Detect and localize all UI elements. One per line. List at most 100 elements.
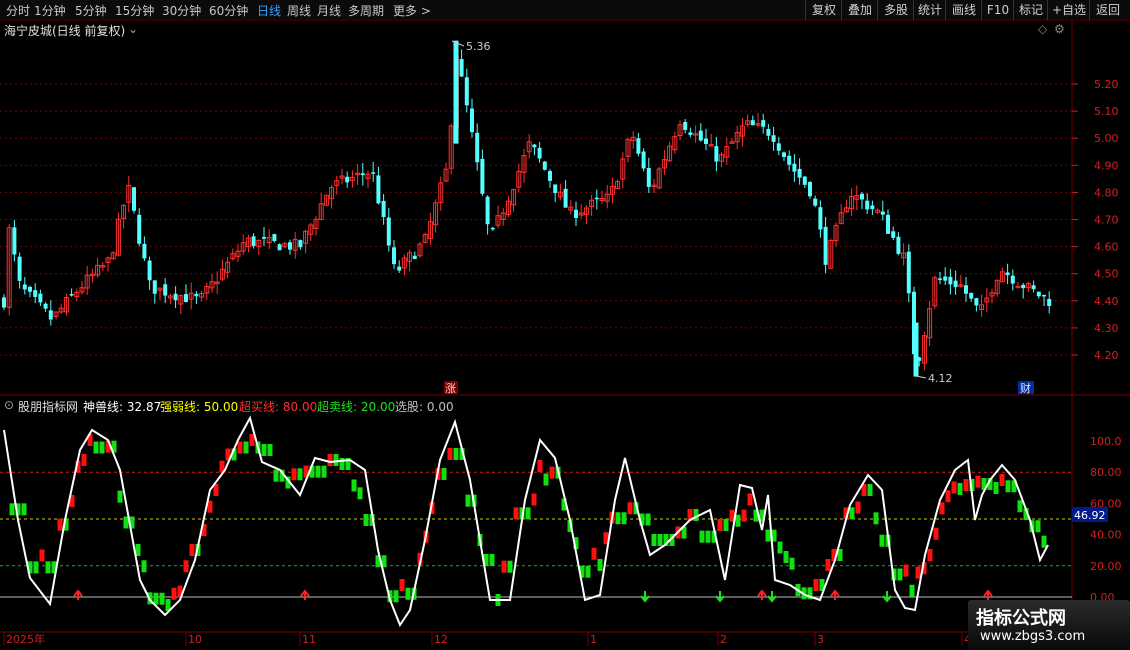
candle-body-down bbox=[636, 138, 641, 154]
candle-body-down bbox=[808, 182, 812, 197]
strength-bar-up bbox=[183, 560, 189, 573]
candle-body-down bbox=[1005, 272, 1010, 276]
candle-body-down bbox=[376, 175, 381, 204]
candle-body-down bbox=[147, 260, 152, 281]
candle-body-down bbox=[906, 251, 911, 294]
date-tick-label: 11 bbox=[302, 633, 316, 646]
strength-bar-up bbox=[933, 527, 939, 540]
strength-bar-up bbox=[951, 481, 957, 494]
candle-body-down bbox=[813, 198, 818, 206]
candle-body-down bbox=[948, 276, 953, 285]
strength-bar-down bbox=[267, 444, 273, 456]
strength-bar-up bbox=[999, 474, 1005, 486]
date-tick-label: 2 bbox=[720, 633, 727, 646]
strength-bar-up bbox=[813, 579, 819, 591]
strength-bar-down bbox=[465, 494, 471, 507]
strength-bar-down bbox=[243, 441, 249, 454]
candle-body-down bbox=[48, 310, 53, 320]
candle-body-down bbox=[766, 128, 771, 136]
strength-bar-up bbox=[171, 587, 177, 600]
strength-bar-up bbox=[537, 460, 543, 472]
candle-body-down bbox=[1047, 299, 1052, 306]
strength-bar-down bbox=[393, 590, 399, 603]
candle-body-down bbox=[761, 120, 766, 127]
candle-body-down bbox=[646, 168, 651, 187]
candle-body-down bbox=[683, 121, 688, 130]
candle-body-down bbox=[485, 196, 490, 225]
candle-body-down bbox=[542, 161, 547, 170]
candle-body-down bbox=[782, 152, 786, 157]
candle-body-down bbox=[532, 144, 537, 148]
strength-bar-down bbox=[909, 584, 915, 597]
candle-body-down bbox=[1021, 284, 1026, 289]
strength-bar-down bbox=[735, 514, 741, 527]
strength-bar-up bbox=[189, 544, 195, 556]
candle-body-down bbox=[392, 247, 396, 265]
candle-body-down bbox=[964, 285, 968, 294]
strength-bar-down bbox=[597, 559, 603, 571]
strength-bar-up bbox=[513, 507, 519, 520]
strength-bar-down bbox=[957, 483, 963, 495]
candle-body-down bbox=[43, 303, 48, 309]
watermark-logo: 指标公式网 www.zbgs3.com bbox=[968, 600, 1130, 650]
strength-bar-down bbox=[489, 554, 495, 566]
candle-body-down bbox=[142, 243, 147, 259]
strength-bar-up bbox=[291, 468, 297, 481]
strength-bar-down bbox=[693, 509, 699, 521]
strength-bar-up bbox=[399, 579, 405, 591]
candle-body-down bbox=[1031, 285, 1036, 290]
strength-bar-down bbox=[897, 568, 903, 581]
strength-bar-down bbox=[159, 592, 165, 605]
candle-body-down bbox=[802, 176, 807, 185]
strength-bar-down bbox=[321, 465, 327, 478]
strength-bar-down bbox=[777, 541, 783, 554]
strength-bar-up bbox=[447, 448, 453, 460]
strength-bar-down bbox=[705, 530, 711, 543]
strength-bar-up bbox=[717, 519, 723, 531]
candle-body-down bbox=[886, 214, 890, 234]
price-tick-label: 4.80 bbox=[1094, 186, 1119, 199]
candle-body-down bbox=[896, 236, 901, 254]
strength-bar-down bbox=[297, 468, 303, 481]
strength-bar-up bbox=[939, 502, 945, 515]
candle-body-down bbox=[594, 197, 599, 200]
strength-bar-up bbox=[741, 509, 747, 522]
strength-bar-down bbox=[645, 513, 651, 526]
candle-body-down bbox=[152, 280, 157, 294]
candle-body-down bbox=[792, 163, 797, 172]
candle-body-down bbox=[163, 284, 168, 296]
candle-body-down bbox=[865, 200, 870, 210]
candle-body-down bbox=[688, 132, 693, 135]
strength-bar-down bbox=[507, 560, 513, 573]
candle-body-down bbox=[553, 184, 558, 194]
indicator-tick-label: 40.00 bbox=[1090, 529, 1122, 542]
strength-bar-down bbox=[99, 441, 105, 454]
strength-bar-down bbox=[621, 512, 627, 525]
price-tick-label: 5.00 bbox=[1094, 132, 1119, 145]
strength-bar-up bbox=[57, 518, 63, 531]
candle-body-down bbox=[823, 226, 828, 265]
strength-bar-up bbox=[549, 466, 555, 479]
candle-body-down bbox=[38, 293, 43, 303]
candle-body-down bbox=[360, 173, 365, 176]
price-tick-label: 4.50 bbox=[1094, 268, 1119, 281]
candle-body-down bbox=[771, 135, 776, 142]
strength-bar-down bbox=[333, 454, 339, 466]
limit-up-badge-label: 涨 bbox=[445, 382, 456, 395]
candle-body-down bbox=[12, 227, 17, 255]
strength-bar-down bbox=[699, 530, 705, 543]
indicator-tick-label: 100.0 bbox=[1090, 435, 1122, 448]
candle-body-down bbox=[480, 158, 485, 194]
candle-body-down bbox=[28, 286, 32, 292]
candle-body-down bbox=[938, 278, 942, 280]
strength-bar-up bbox=[855, 501, 861, 514]
price-tick-label: 4.20 bbox=[1094, 349, 1119, 362]
strength-bar-down bbox=[315, 465, 321, 478]
candle-body-down bbox=[345, 176, 350, 183]
candle-body-down bbox=[184, 294, 188, 303]
strength-bar-up bbox=[237, 441, 243, 454]
strength-bar-down bbox=[93, 441, 99, 454]
candle-body-down bbox=[371, 172, 376, 174]
candle-body-down bbox=[475, 132, 480, 163]
kline-chart[interactable]: 5.20 5.10 5.00 4.90 4.80 4.70 4.60 4.50 4.40 4.30… bbox=[0, 0, 1130, 650]
